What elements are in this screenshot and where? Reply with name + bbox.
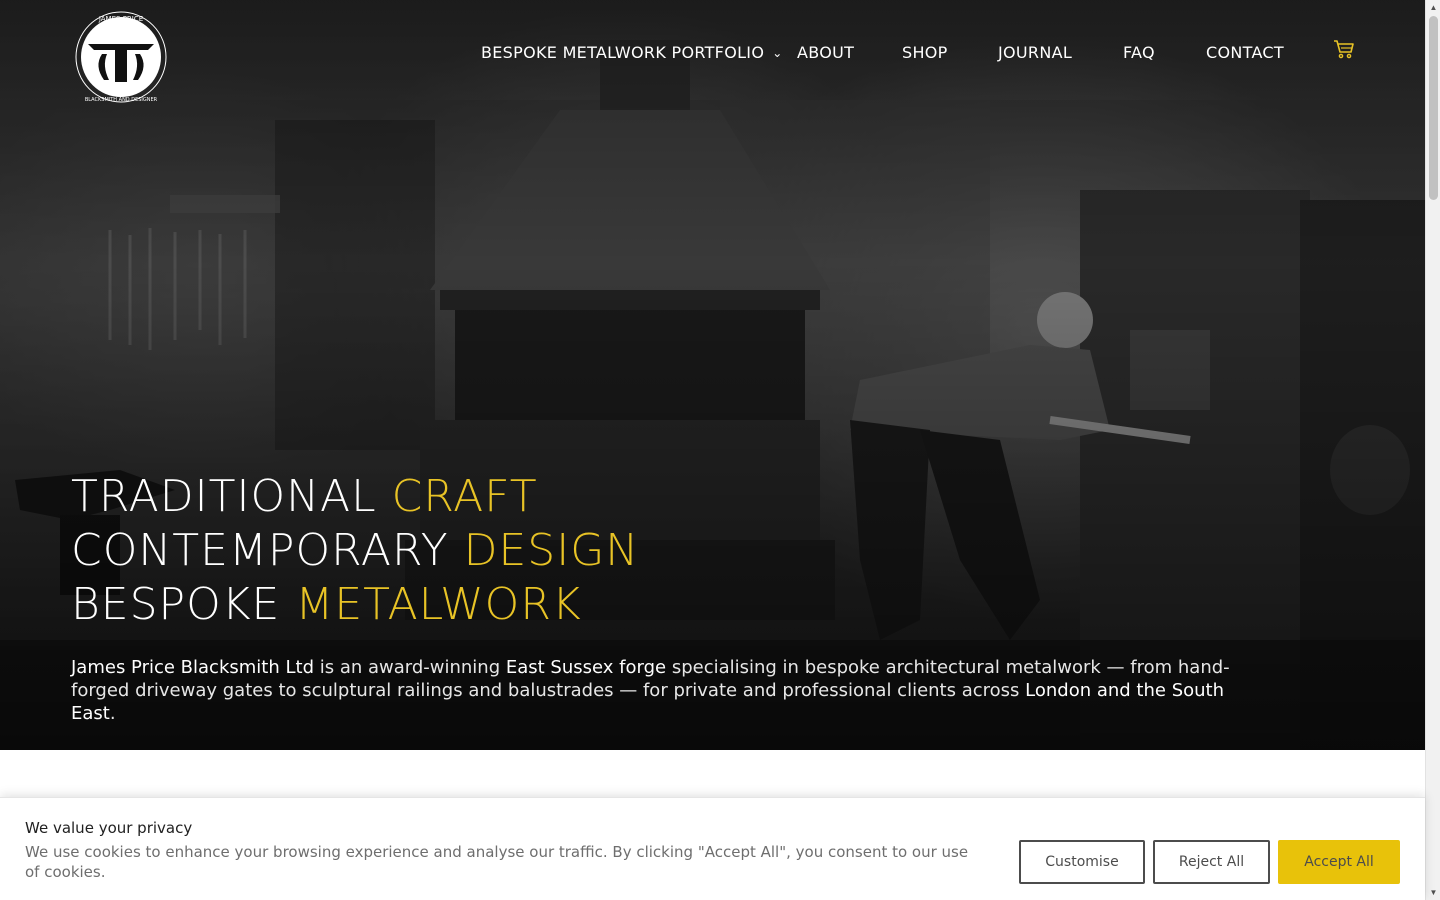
hero-overlay bbox=[0, 0, 1425, 750]
chevron-down-icon: ⌄ bbox=[772, 46, 783, 60]
scroll-up-arrow-icon[interactable]: ▲ bbox=[1426, 0, 1440, 15]
headline-word-contemporary: CONTEMPORARY bbox=[71, 525, 449, 576]
logo-text-bottom: BLACKSMITH AND DESIGNER bbox=[85, 97, 158, 103]
intro-text-1: is an award-winning bbox=[314, 657, 506, 678]
headline-word-craft: CRAFT bbox=[391, 471, 538, 522]
nav-journal[interactable]: JOURNAL bbox=[998, 40, 1072, 66]
nav-portfolio[interactable]: BESPOKE METALWORK PORTFOLIO ⌄ bbox=[481, 40, 783, 66]
headline-line-3: BESPOKE METALWORK bbox=[71, 578, 639, 632]
customise-button[interactable]: Customise bbox=[1019, 840, 1145, 884]
main-nav: BESPOKE METALWORK PORTFOLIO ⌄ ABOUT SHOP … bbox=[0, 40, 1425, 66]
nav-about[interactable]: ABOUT bbox=[797, 40, 854, 66]
shopping-cart-icon[interactable] bbox=[1332, 37, 1356, 61]
hero-headline: TRADITIONAL CRAFT CONTEMPORARY DESIGN BE… bbox=[71, 470, 639, 632]
nav-contact[interactable]: CONTACT bbox=[1206, 40, 1284, 66]
cookie-title: We value your privacy bbox=[25, 819, 193, 837]
nav-shop[interactable]: SHOP bbox=[902, 40, 948, 66]
nav-portfolio-label: BESPOKE METALWORK PORTFOLIO bbox=[481, 43, 765, 62]
accept-all-button[interactable]: Accept All bbox=[1278, 840, 1400, 884]
intro-forge: East Sussex forge bbox=[505, 657, 667, 678]
headline-word-metalwork: METALWORK bbox=[295, 579, 582, 630]
nav-faq[interactable]: FAQ bbox=[1123, 40, 1155, 66]
hero-section bbox=[0, 0, 1425, 750]
headline-word-design: DESIGN bbox=[463, 525, 640, 576]
headline-line-1: TRADITIONAL CRAFT bbox=[71, 470, 639, 524]
hero-intro: James Price Blacksmith Ltd is an award-w… bbox=[71, 656, 1271, 725]
scroll-down-arrow-icon[interactable]: ▼ bbox=[1426, 885, 1440, 900]
intro-company: James Price Blacksmith Ltd bbox=[71, 657, 314, 678]
cookie-banner: We value your privacy We use cookies to … bbox=[0, 797, 1425, 900]
page-scrollbar[interactable]: ▲ ▼ bbox=[1425, 0, 1440, 900]
headline-word-traditional: TRADITIONAL bbox=[71, 471, 377, 522]
reject-all-button[interactable]: Reject All bbox=[1153, 840, 1270, 884]
headline-word-bespoke: BESPOKE bbox=[71, 579, 281, 630]
intro-text-3: . bbox=[109, 703, 116, 724]
cookie-text: We use cookies to enhance your browsing … bbox=[25, 843, 969, 881]
headline-line-2: CONTEMPORARY DESIGN bbox=[71, 524, 639, 578]
scroll-thumb[interactable] bbox=[1429, 16, 1438, 200]
logo-text-top: JAMES PRICE bbox=[98, 15, 143, 23]
